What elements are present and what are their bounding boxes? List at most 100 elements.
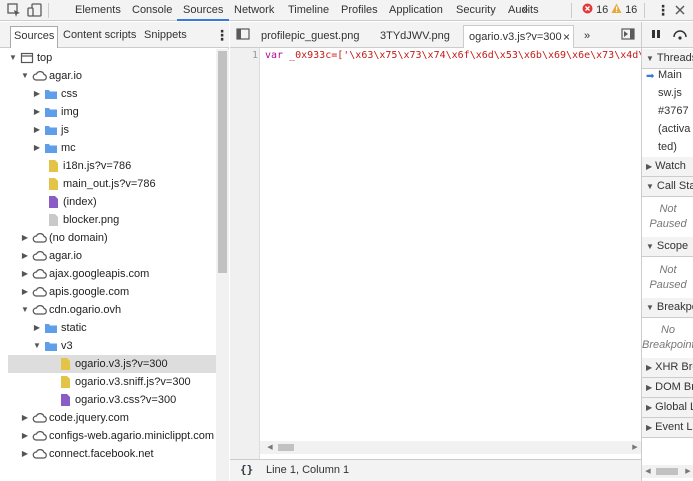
navigator-vertical-scrollbar[interactable] xyxy=(216,49,229,481)
breakpoints-section-header[interactable]: ▼Breakpoints xyxy=(642,298,693,318)
tree-item[interactable]: ▼ agar.io xyxy=(8,67,216,85)
dom-title: DOM Breakpoints xyxy=(655,381,693,393)
scroll-right-arrow[interactable]: ▶ xyxy=(629,441,641,454)
tree-item[interactable]: ▶ code.jquery.com xyxy=(8,409,216,427)
tree-item[interactable]: ▶ apis.google.com xyxy=(8,283,216,301)
close-devtools-icon[interactable] xyxy=(673,3,689,19)
tree-item[interactable]: ▶ js xyxy=(8,121,216,139)
pretty-print-button[interactable]: {} xyxy=(240,463,253,476)
tree-item[interactable]: ▶ img xyxy=(8,103,216,121)
collapsed-arrow-icon[interactable]: ▶ xyxy=(32,319,42,337)
more-editor-tabs-button[interactable]: » xyxy=(579,25,595,48)
tree-item[interactable]: ▶ ajax.googleapis.com xyxy=(8,265,216,283)
tree-item[interactable]: ogario.v3.css?v=300 xyxy=(8,391,216,409)
tree-item[interactable]: ▼ cdn.ogario.ovh xyxy=(8,301,216,319)
device-toolbar-icon[interactable] xyxy=(27,2,43,18)
collapsed-arrow-icon[interactable]: ▶ xyxy=(20,427,30,445)
call-stack-section-header[interactable]: ▼Call Stack xyxy=(642,177,693,197)
tab-application[interactable]: Application xyxy=(383,0,449,21)
inspect-element-icon[interactable] xyxy=(6,2,22,18)
close-tab-icon[interactable]: × xyxy=(563,26,570,48)
step-over-icon[interactable] xyxy=(672,28,688,44)
editor-tab-3tydjwv[interactable]: 3TYdJWV.png xyxy=(375,25,455,48)
toggle-debugger-icon[interactable] xyxy=(621,27,637,43)
tree-item[interactable]: i18n.js?v=786 xyxy=(8,157,216,175)
tab-network[interactable]: Network xyxy=(228,0,280,21)
collapsed-arrow-icon[interactable]: ▶ xyxy=(32,121,42,139)
tab-security[interactable]: Security xyxy=(450,0,502,21)
tree-item[interactable]: ▶ connect.facebook.net xyxy=(8,445,216,463)
tab-profiles[interactable]: Profiles xyxy=(335,0,384,21)
tree-item[interactable]: ▶ mc xyxy=(8,139,216,157)
tree-item[interactable]: ▼ top xyxy=(8,49,216,67)
toolbar-divider xyxy=(48,3,49,18)
more-panels-button[interactable]: » xyxy=(516,0,534,21)
event-listener-breakpoints-section-header[interactable]: ▶Event Listener Breakpoints xyxy=(642,418,693,438)
watch-section-header[interactable]: ▶ Watch xyxy=(642,157,693,177)
scroll-left-arrow[interactable]: ◀ xyxy=(264,441,276,454)
tree-item[interactable]: blocker.png xyxy=(8,211,216,229)
tab-sources[interactable]: Sources xyxy=(10,26,59,48)
scroll-right-arrow[interactable]: ▶ xyxy=(682,465,693,478)
scrollbar-thumb[interactable] xyxy=(656,468,678,475)
expanded-arrow-icon[interactable]: ▼ xyxy=(32,337,42,355)
thread-main[interactable]: Main xyxy=(658,67,682,84)
expanded-arrow-icon[interactable]: ▼ xyxy=(20,301,30,319)
scroll-left-arrow[interactable]: ◀ xyxy=(642,465,654,478)
editor-tab-ogario[interactable]: ogario.v3.js?v=300 × xyxy=(463,25,574,48)
editor-tabs: profilepic_guest.png 3TYdJWV.png ogario.… xyxy=(230,22,641,48)
no-breakpoints-text: Breakpoints xyxy=(642,339,693,351)
thread-line[interactable]: sw.js xyxy=(658,85,682,102)
collapsed-arrow-icon[interactable]: ▶ xyxy=(32,139,42,157)
collapsed-arrow-icon[interactable]: ▶ xyxy=(32,85,42,103)
collapsed-arrow-icon[interactable]: ▶ xyxy=(20,283,30,301)
threads-section-header[interactable]: ▼Threads xyxy=(642,49,693,69)
collapsed-arrow-icon[interactable]: ▶ xyxy=(20,265,30,283)
toggle-navigator-icon[interactable] xyxy=(236,27,252,43)
tree-item[interactable]: ogario.v3.js?v=300 xyxy=(8,355,216,373)
editor-horizontal-scrollbar[interactable]: ◀ ▶ xyxy=(260,441,641,454)
tab-snippets[interactable]: Snippets xyxy=(141,26,190,46)
dom-breakpoints-section-header[interactable]: ▶DOM Breakpoints xyxy=(642,378,693,398)
pause-icon[interactable] xyxy=(650,28,666,44)
tree-item[interactable]: main_out.js?v=786 xyxy=(8,175,216,193)
global-listeners-section-header[interactable]: ▶Global Listeners xyxy=(642,398,693,418)
tree-item[interactable]: ▶ css xyxy=(8,85,216,103)
editor-tab-profilepic[interactable]: profilepic_guest.png xyxy=(256,25,364,48)
scrollbar-thumb[interactable] xyxy=(278,444,294,451)
error-counter[interactable]: 16 xyxy=(582,3,608,18)
collapsed-arrow-icon[interactable]: ▶ xyxy=(20,409,30,427)
tab-console[interactable]: Console xyxy=(126,0,178,21)
tree-item[interactable]: ▼ v3 xyxy=(8,337,216,355)
debugger-horizontal-scrollbar[interactable]: ◀ ▶ xyxy=(642,465,693,478)
tree-item[interactable]: ▶ static xyxy=(8,319,216,337)
tree-item[interactable]: ogario.v3.sniff.js?v=300 xyxy=(8,373,216,391)
tab-content-scripts[interactable]: Content scripts xyxy=(60,26,139,46)
expanded-arrow-icon[interactable]: ▼ xyxy=(20,67,30,85)
scrollbar-thumb[interactable] xyxy=(218,51,227,273)
warning-counter[interactable]: 16 xyxy=(611,3,637,18)
collapsed-arrow-icon[interactable]: ▶ xyxy=(20,445,30,463)
tree-item[interactable]: ▶ configs-web.agario.miniclippt.com xyxy=(8,427,216,445)
tree-item[interactable]: ▶ agar.io xyxy=(8,247,216,265)
collapsed-arrow-icon[interactable]: ▶ xyxy=(20,229,30,247)
tree-item[interactable]: ▶ (no domain) xyxy=(8,229,216,247)
warning-count: 16 xyxy=(625,4,638,16)
code-line[interactable]: var _0x933c=['\x63\x75\x73\x74\x6f\x6d\x… xyxy=(265,49,641,65)
threads-title: Threads xyxy=(656,52,693,64)
collapsed-arrow-icon[interactable]: ▶ xyxy=(20,247,30,265)
scope-section-header[interactable]: ▼ Scope xyxy=(642,237,693,257)
tab-timeline[interactable]: Timeline xyxy=(282,0,335,21)
collapsed-arrow-icon[interactable]: ▶ xyxy=(32,103,42,121)
xhr-title: XHR Breakpoints xyxy=(655,361,693,373)
expanded-arrow-icon[interactable]: ▼ xyxy=(8,49,18,67)
document-file-icon xyxy=(58,393,72,407)
xhr-breakpoints-section-header[interactable]: ▶XHR Breakpoints xyxy=(642,358,693,378)
thread-line: ted) xyxy=(658,141,677,153)
tree-item[interactable]: (index) xyxy=(8,193,216,211)
tab-elements[interactable]: Elements xyxy=(69,0,127,21)
tab-sources[interactable]: Sources xyxy=(177,0,230,21)
navigator-menu-button[interactable]: ⋮ xyxy=(212,26,232,46)
thread-line: #3767 xyxy=(658,105,689,117)
frame-icon xyxy=(20,51,34,65)
